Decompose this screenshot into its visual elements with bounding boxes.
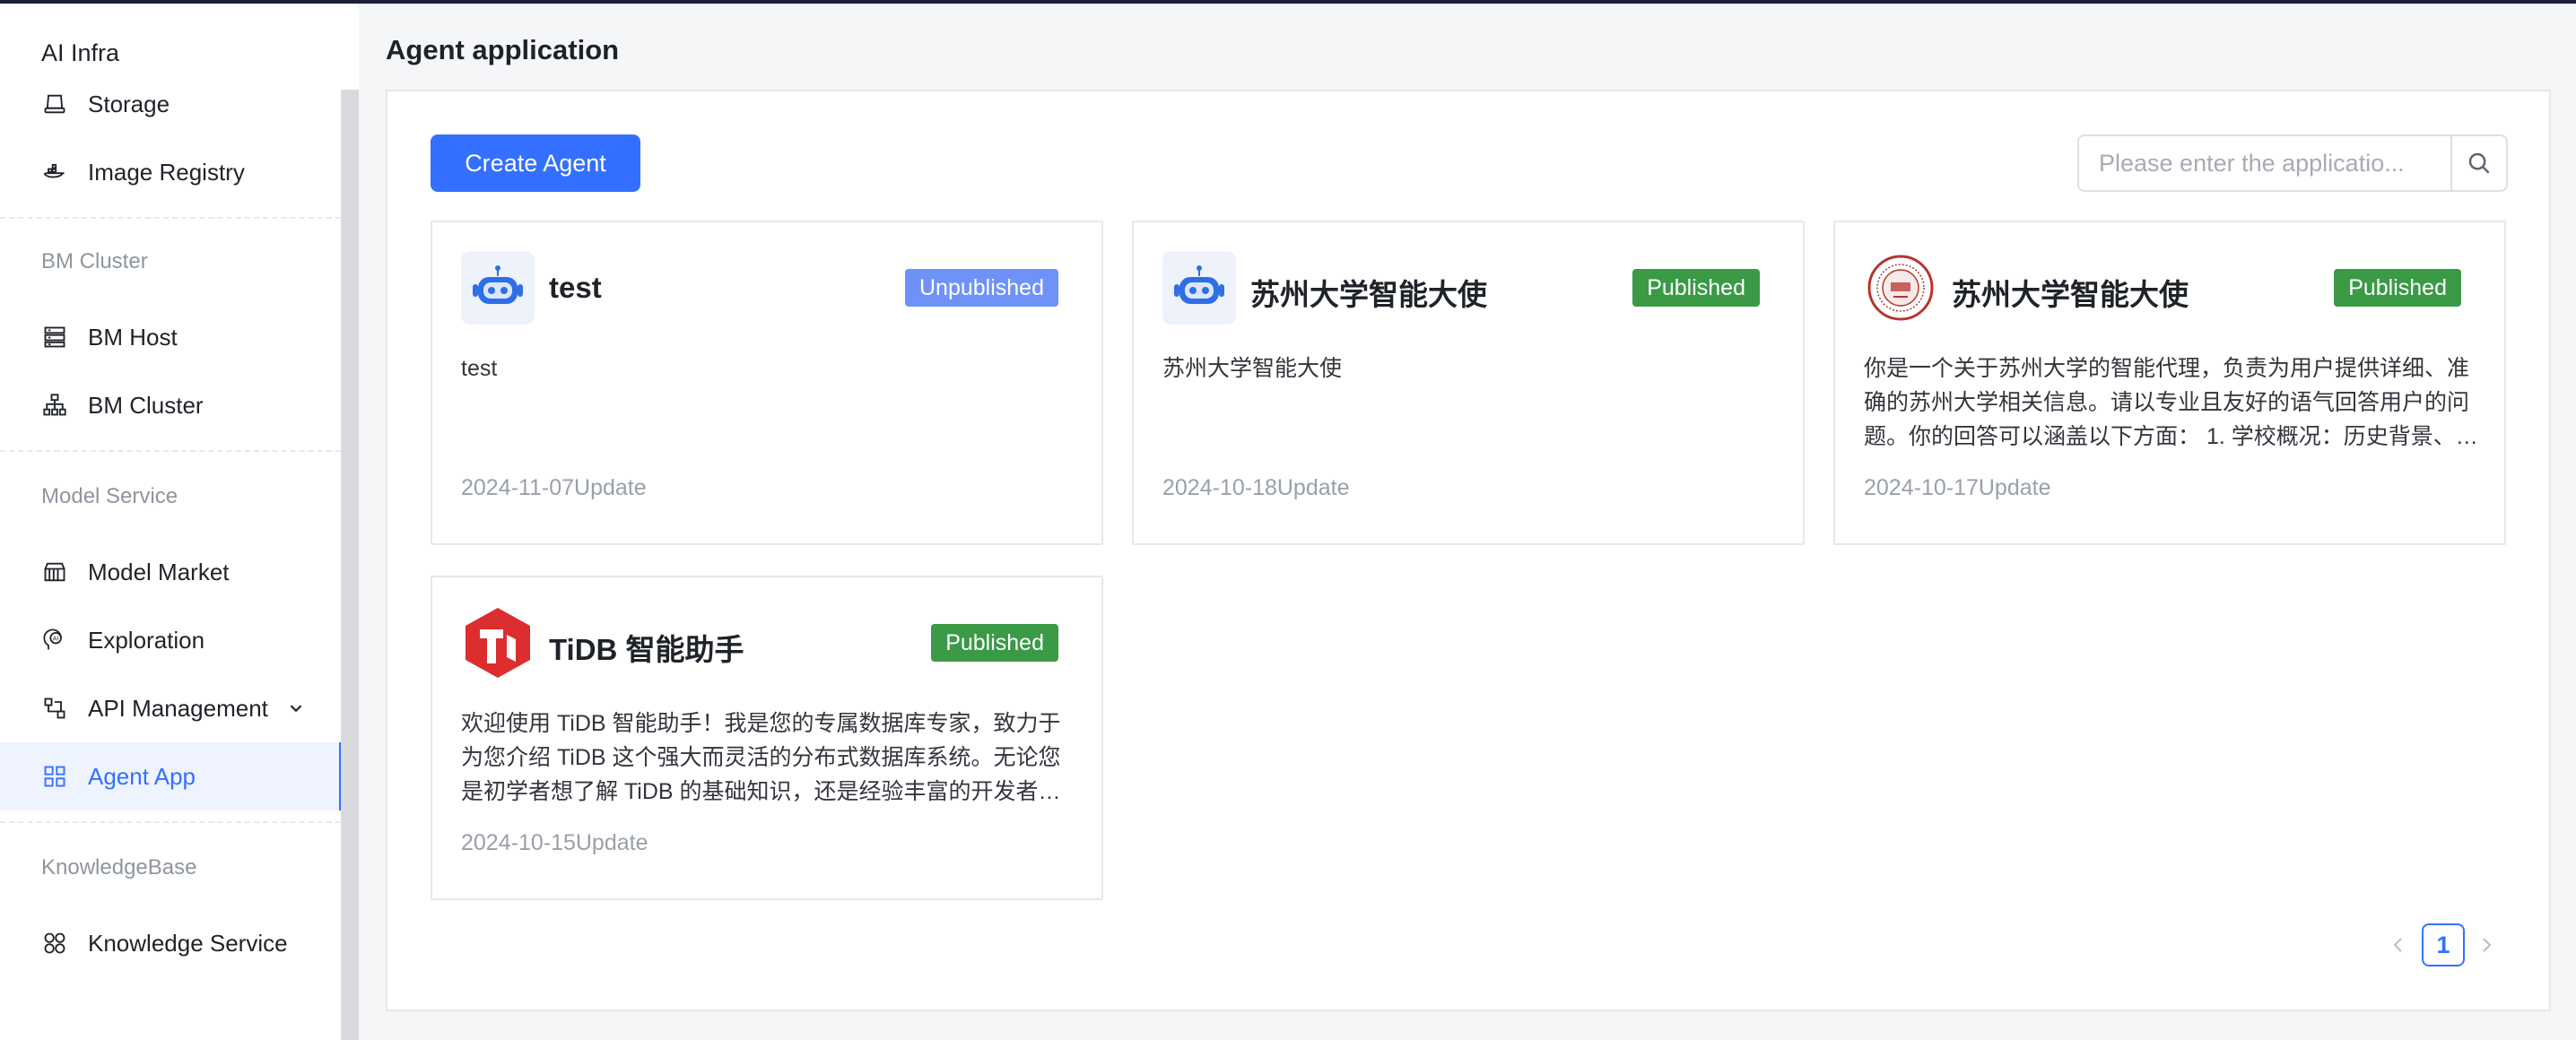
agent-name: TiDB 智能助手 [549,633,744,666]
chevron-down-icon[interactable] [286,698,306,718]
sidebar-item-label: Exploration [88,626,205,654]
sidebar-item-image-registry[interactable]: Image Registry [0,138,341,206]
sidebar-item-api-management[interactable]: API Management [0,674,341,742]
sidebar-item-knowledge-service[interactable]: Knowledge Service [0,909,341,977]
sidebar-section-title: AI Infra [41,39,120,66]
status-badge: Published [1632,269,1760,307]
robot-icon [1162,251,1236,325]
page-number[interactable]: 1 [2422,923,2465,966]
tidb-logo-icon [461,606,535,680]
sidebar-scrollbar[interactable] [341,90,359,1040]
page-title: Agent application [386,34,620,65]
update-date: 2024-10-18Update [1162,475,1350,500]
top-accent-line [0,0,2576,4]
agent-name: test [549,271,602,304]
agent-name: 苏州大学智能大使 [1250,278,1487,311]
bm-host-icon [41,324,68,351]
agent-name: 苏州大学智能大使 [1952,278,2189,311]
next-page-icon[interactable] [2476,934,2497,956]
agent-description: 你是一个关于苏州大学的智能代理，负责为用户提供详细、准确的苏州大学相关信息。请以… [1864,356,2478,449]
sidebar-item-label: Model Market [88,558,230,585]
sidebar-group-bm-cluster: BM Cluster [41,249,148,273]
status-badge: Published [931,624,1058,662]
sidebar-group-knowledgebase: KnowledgeBase [41,855,197,880]
exploration-icon: AI [41,627,68,654]
search-icon [2468,152,2490,174]
sidebar-divider [0,217,341,219]
api-management-icon [41,695,68,722]
agent-card[interactable]: test Unpublished test 2024-11-07Update [431,221,1103,545]
sidebar-item-storage[interactable]: Storage [0,70,341,138]
sidebar-item-label: BM Host [88,323,178,351]
knowledge-service-icon [41,930,68,957]
sidebar-item-label: Storage [88,90,170,117]
sidebar-item-bm-host[interactable]: BM Host [0,303,341,371]
prev-page-icon[interactable] [2388,934,2409,956]
sidebar-item-label: Agent App [88,762,196,790]
image-registry-icon [41,159,68,186]
update-date: 2024-11-07Update [461,475,647,500]
university-seal-icon [1864,251,1937,325]
sidebar-item-exploration[interactable]: AI Exploration [0,606,341,674]
update-date: 2024-10-15Update [461,830,648,855]
search-box [2077,134,2508,192]
sidebar-item-label: API Management [88,694,268,722]
agent-card[interactable]: 苏州大学智能大使 Published 你是一个关于苏州大学的智能代理，负责为用户… [1833,221,2506,545]
agent-card[interactable]: TiDB 智能助手 Published 欢迎使用 TiDB 智能助手！我是您的专… [431,576,1103,900]
agent-app-icon [41,763,68,790]
sidebar: AI Infra Storage Image Registry BM Clust… [0,4,359,1040]
sidebar-item-agent-app[interactable]: Agent App [0,742,343,810]
agent-description: 欢迎使用 TiDB 智能助手！我是您的专属数据库专家，致力于为您介绍 TiDB … [461,711,1061,804]
robot-icon [461,251,535,325]
agent-description: test [461,356,498,381]
sidebar-item-label: Knowledge Service [88,929,288,957]
update-date: 2024-10-17Update [1864,475,2051,500]
svg-text:AI: AI [53,636,59,643]
search-input[interactable] [2079,136,2450,190]
status-badge: Published [2334,269,2461,307]
sidebar-item-model-market[interactable]: Model Market [0,538,341,606]
sidebar-group-model-service: Model Service [41,484,178,508]
sidebar-divider [0,821,341,823]
sidebar-divider [0,450,341,452]
storage-icon [41,91,68,117]
agent-card[interactable]: 苏州大学智能大使 Published 苏州大学智能大使 2024-10-18Up… [1132,221,1805,545]
create-agent-button[interactable]: Create Agent [431,134,640,192]
sidebar-item-bm-cluster[interactable]: BM Cluster [0,371,341,439]
model-market-icon [41,559,68,585]
search-button[interactable] [2450,136,2506,190]
agent-description: 苏州大学智能大使 [1162,356,1343,381]
bm-cluster-icon [41,392,68,419]
sidebar-item-label: Image Registry [88,158,245,186]
sidebar-item-label: BM Cluster [88,391,204,419]
status-badge: Unpublished [905,269,1058,307]
